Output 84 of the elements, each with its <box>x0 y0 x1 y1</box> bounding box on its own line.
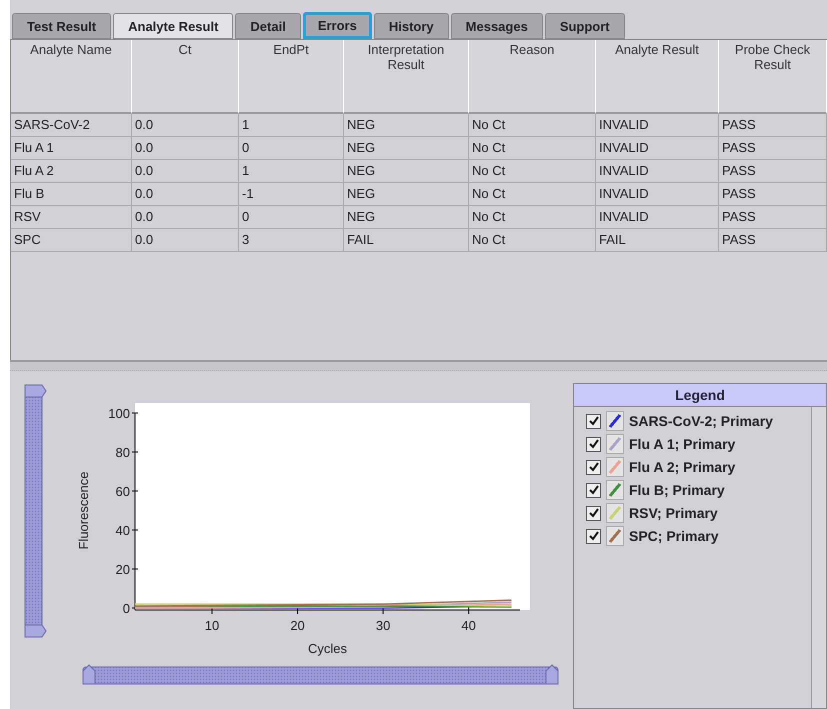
column-header: Interpretation Result <box>344 40 469 114</box>
table-cell: FAIL <box>344 229 469 252</box>
table-cell: Flu A 1 <box>11 137 132 160</box>
legend-label: Flu A 2; Primary <box>629 459 736 475</box>
y-tick-label: 60 <box>116 484 130 499</box>
table-cell: 3 <box>239 229 344 252</box>
legend-label: Flu B; Primary <box>629 482 725 498</box>
tab[interactable]: Messages <box>450 13 543 39</box>
table-cell: PASS <box>719 206 827 229</box>
table-cell: NEG <box>344 183 469 206</box>
table-cell: 1 <box>239 160 344 183</box>
checkbox[interactable] <box>586 436 601 452</box>
legend-label: Flu A 1; Primary <box>629 436 736 452</box>
table-cell: NEG <box>344 137 469 160</box>
column-header: EndPt <box>239 40 344 114</box>
y-tick-label: 0 <box>122 601 130 616</box>
tab[interactable]: Test Result <box>12 13 112 39</box>
table-cell: PASS <box>719 229 827 252</box>
scrollbar[interactable] <box>811 407 826 708</box>
column-header: Analyte Result <box>596 40 719 114</box>
table-cell: PASS <box>719 160 827 183</box>
table-cell: NEG <box>344 206 469 229</box>
table-cell: No Ct <box>469 206 596 229</box>
table-cell: NEG <box>344 160 469 183</box>
table-cell: 0.0 <box>132 206 239 229</box>
y-tick-label: 80 <box>116 445 130 460</box>
table-cell: SPC <box>11 229 132 252</box>
y-tick-label: 20 <box>116 562 130 577</box>
table-cell: No Ct <box>469 137 596 160</box>
column-header: Analyte Name <box>11 40 132 114</box>
y-tick-label: 40 <box>116 523 130 538</box>
table-cell: INVALID <box>596 137 719 160</box>
legend-label: SPC; Primary <box>629 528 718 544</box>
table-cell: 0 <box>239 206 344 229</box>
table-cell: 0.0 <box>132 160 239 183</box>
table-cell: 0.0 <box>132 114 239 137</box>
table-cell: RSV <box>11 206 132 229</box>
table-cell: SARS-CoV-2 <box>11 114 132 137</box>
table-cell: -1 <box>239 183 344 206</box>
checkbox[interactable] <box>586 528 601 544</box>
x-tick-label: 30 <box>376 618 390 633</box>
table-cell: 0.0 <box>132 229 239 252</box>
x-tick-label: 20 <box>290 618 305 633</box>
table-cell: NEG <box>344 114 469 137</box>
tab[interactable]: Detail <box>235 13 301 39</box>
column-header: Reason <box>469 40 596 114</box>
legend-label: SARS-CoV-2; Primary <box>629 413 773 429</box>
tab[interactable]: History <box>374 13 449 39</box>
table-cell: No Ct <box>469 183 596 206</box>
y-axis-title: Fluorescence <box>76 471 91 550</box>
legend-title: Legend <box>574 384 826 407</box>
tab[interactable]: Support <box>544 13 625 39</box>
checkbox[interactable] <box>586 460 601 474</box>
table-cell: INVALID <box>596 114 719 137</box>
tab[interactable]: Errors <box>302 12 372 39</box>
table-cell: INVALID <box>596 206 719 229</box>
vertical-range-slider[interactable] <box>24 384 47 638</box>
table-cell: Flu B <box>11 183 132 206</box>
table-cell: No Ct <box>469 229 596 252</box>
table-cell: 1 <box>239 114 344 137</box>
table-cell: No Ct <box>469 114 596 137</box>
checkbox[interactable] <box>586 482 601 498</box>
table-cell: 0.0 <box>132 183 239 206</box>
table-cell: 0.0 <box>132 137 239 160</box>
x-tick-label: 10 <box>204 618 220 633</box>
tab[interactable]: Analyte Result <box>113 13 234 39</box>
table-cell: PASS <box>719 137 827 160</box>
x-tick-label: 40 <box>461 618 476 633</box>
column-header: Ct <box>132 40 239 114</box>
table-cell: INVALID <box>596 160 719 183</box>
legend-label: RSV; Primary <box>629 505 718 521</box>
table-cell: No Ct <box>469 160 596 183</box>
table-cell: INVALID <box>596 183 719 206</box>
table-cell: 0 <box>239 137 344 160</box>
column-header: Probe Check Result <box>719 40 827 114</box>
table-cell: Flu A 2 <box>11 160 132 183</box>
y-tick-label: 100 <box>108 406 130 421</box>
table-cell: PASS <box>719 114 827 137</box>
checkbox[interactable] <box>586 506 601 520</box>
table-cell: PASS <box>719 183 827 206</box>
horizontal-range-slider[interactable] <box>82 664 558 684</box>
x-axis-title: Cycles <box>308 641 347 656</box>
table-cell: FAIL <box>596 229 719 252</box>
checkbox[interactable] <box>586 414 601 428</box>
